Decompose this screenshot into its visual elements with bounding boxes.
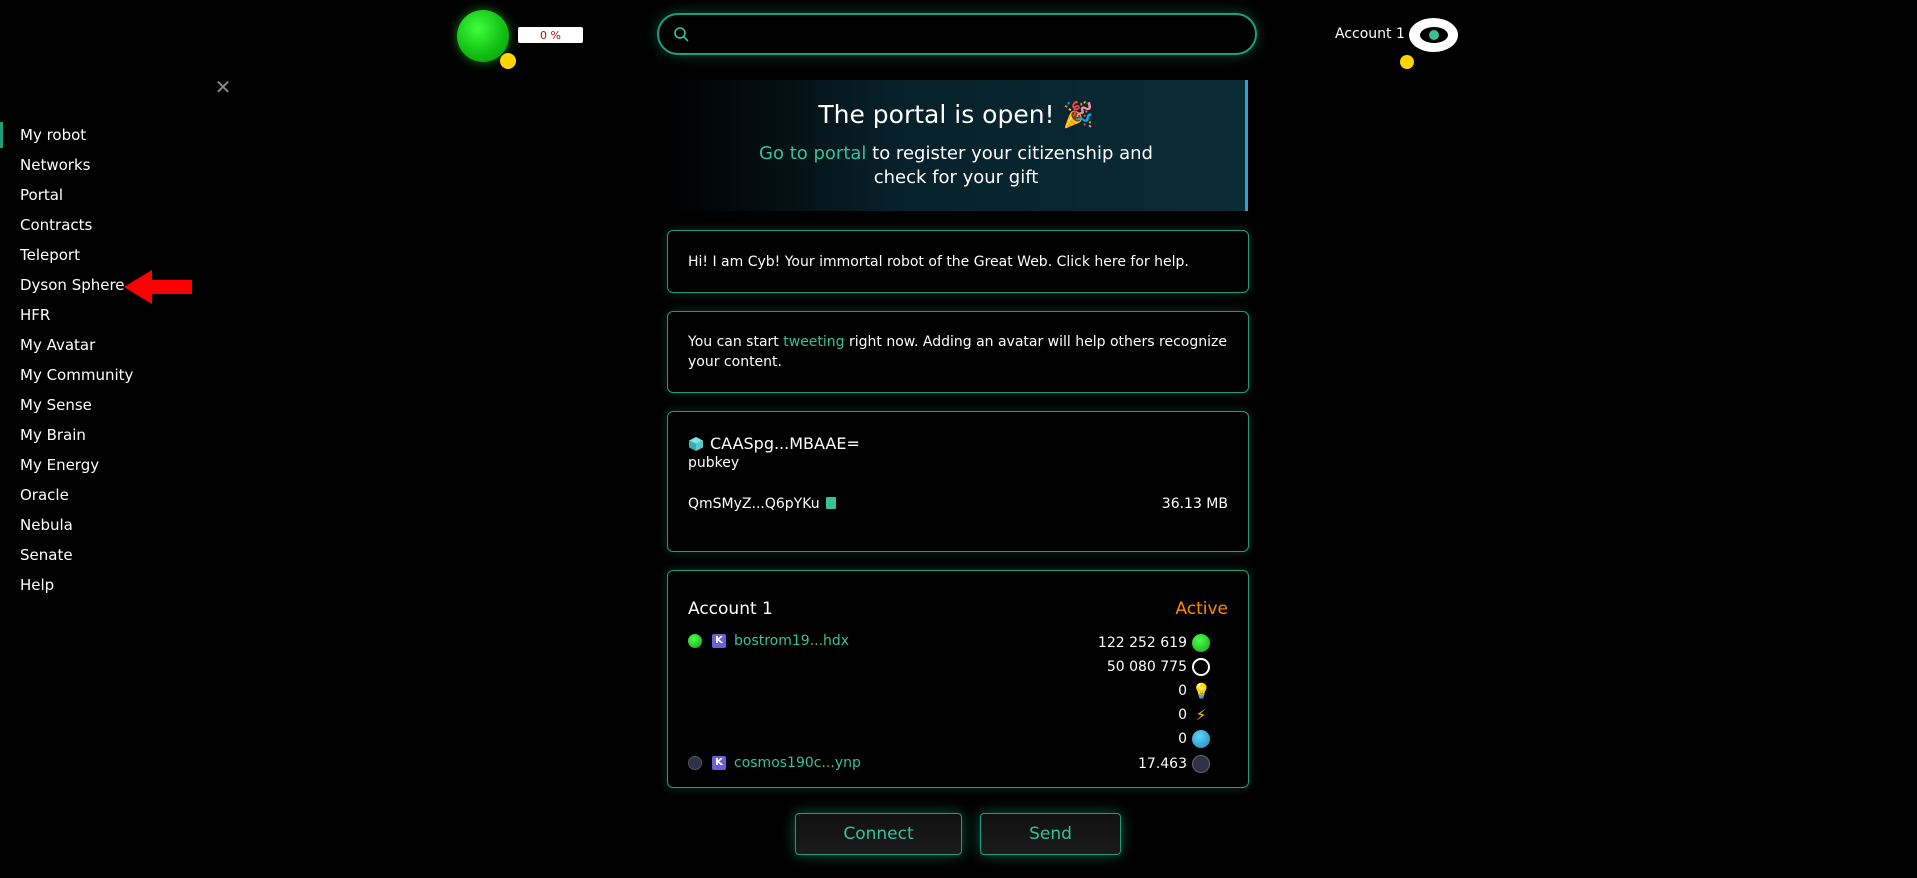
cosmos-address-link[interactable]: cosmos190c...ynp xyxy=(734,755,861,771)
cosmos-address-row: K cosmos190c...ynp xyxy=(688,755,861,771)
close-icon[interactable]: ✕ xyxy=(213,77,233,97)
account-eye-icon[interactable] xyxy=(1409,18,1458,52)
sidebar-item-dyson-sphere[interactable]: Dyson Sphere xyxy=(0,270,240,300)
portal-text: Go to portal to register your citizenshi… xyxy=(667,142,1245,190)
account-card-title: Account 1 xyxy=(688,599,773,619)
sidebar-item-senate[interactable]: Senate xyxy=(0,540,240,570)
portal-banner: The portal is open! 🎉 Go to portal to re… xyxy=(667,80,1248,211)
robot-avatar-orb[interactable] xyxy=(457,10,509,62)
portal-title: The portal is open! 🎉 xyxy=(818,100,1094,129)
balance-row: 0 xyxy=(1178,730,1210,748)
pubkey-value: CAASpg...MBAAE= xyxy=(710,434,860,453)
red-arrow-icon xyxy=(124,270,192,304)
sidebar-item-my-brain[interactable]: My Brain xyxy=(0,420,240,450)
cube-icon xyxy=(689,436,703,451)
sidebar-item-contracts[interactable]: Contracts xyxy=(0,210,240,240)
blue-globe-icon xyxy=(1192,730,1210,748)
sidebar-item-my-avatar[interactable]: My Avatar xyxy=(0,330,240,360)
tweet-card: You can start tweeting right now. Adding… xyxy=(667,311,1249,393)
cid-value: QmSMyZ...Q6pYKu xyxy=(688,496,836,512)
pubkey-card: CAASpg...MBAAE= pubkey QmSMyZ...Q6pYKu 3… xyxy=(667,411,1249,552)
progress-label: 0 % xyxy=(540,28,561,42)
cosmos-atom-icon xyxy=(1192,755,1210,773)
sidebar-item-nebula[interactable]: Nebula xyxy=(0,510,240,540)
balance-row: 50 080 775 xyxy=(1107,658,1210,676)
pubkey-row: CAASpg...MBAAE= xyxy=(688,434,1228,453)
white-ring-icon xyxy=(1192,658,1210,676)
cyb-help-card[interactable]: Hi! I am Cyb! Your immortal robot of the… xyxy=(667,230,1249,293)
search-icon xyxy=(674,27,689,42)
balance-row: 0 ⚡ xyxy=(1178,706,1210,724)
sidebar-item-help[interactable]: Help xyxy=(0,570,240,600)
account-card: Account 1 Active K bostrom19...hdx 122 2… xyxy=(667,570,1249,788)
green-orb-icon xyxy=(688,634,702,648)
account-status-dot xyxy=(1400,55,1414,69)
keplr-icon: K xyxy=(712,756,726,770)
sidebar-item-my-energy[interactable]: My Energy xyxy=(0,450,240,480)
portal-text-line1: to register your citizenship and xyxy=(866,143,1153,164)
sidebar-item-portal[interactable]: Portal xyxy=(0,180,240,210)
balance-row: 122 252 619 xyxy=(1098,634,1210,652)
send-button[interactable]: Send xyxy=(980,813,1121,855)
sidebar-item-my-robot[interactable]: My robot xyxy=(0,120,240,150)
green-orb-icon xyxy=(1192,634,1210,652)
portal-text-line2: check for your gift xyxy=(873,167,1039,188)
pubkey-label: pubkey xyxy=(688,455,740,471)
sidebar-item-oracle[interactable]: Oracle xyxy=(0,480,240,510)
storage-size: 36.13 MB xyxy=(1161,496,1228,512)
cyb-help-text: Hi! I am Cyb! Your immortal robot of the… xyxy=(688,253,1189,270)
copy-icon[interactable] xyxy=(825,497,836,509)
sidebar-item-my-community[interactable]: My Community xyxy=(0,360,240,390)
account-name-label[interactable]: Account 1 xyxy=(1335,26,1405,42)
balance-row: 17.463 xyxy=(1138,755,1210,773)
robot-status-dot xyxy=(500,53,516,69)
search-input[interactable] xyxy=(697,25,1255,43)
lightbulb-icon: 💡 xyxy=(1192,682,1211,700)
go-to-portal-link[interactable]: Go to portal xyxy=(759,143,866,164)
cid-row: QmSMyZ...Q6pYKu 36.13 MB xyxy=(688,496,1228,512)
tweeting-link[interactable]: tweeting xyxy=(783,334,844,350)
lightning-icon: ⚡ xyxy=(1195,706,1207,724)
progress-indicator: 0 % xyxy=(518,27,583,43)
balance-row: 0 💡 xyxy=(1178,682,1211,700)
connect-button[interactable]: Connect xyxy=(795,813,962,855)
search-bar[interactable] xyxy=(657,13,1257,55)
bostrom-address-link[interactable]: bostrom19...hdx xyxy=(734,633,849,649)
sidebar-item-networks[interactable]: Networks xyxy=(0,150,240,180)
keplr-icon: K xyxy=(712,634,726,648)
sidebar-item-hfr[interactable]: HFR xyxy=(0,300,240,330)
status-badge: Active xyxy=(1175,599,1228,619)
tweet-text: You can start tweeting right now. Adding… xyxy=(688,334,1227,370)
sidebar-item-my-sense[interactable]: My Sense xyxy=(0,390,240,420)
cosmos-atom-icon xyxy=(688,756,702,770)
account-card-header: Account 1 Active xyxy=(688,599,1228,619)
sidebar-item-teleport[interactable]: Teleport xyxy=(0,240,240,270)
sidebar-menu: My robot Networks Portal Contracts Telep… xyxy=(0,120,240,600)
bostrom-address-row: K bostrom19...hdx xyxy=(688,633,849,649)
